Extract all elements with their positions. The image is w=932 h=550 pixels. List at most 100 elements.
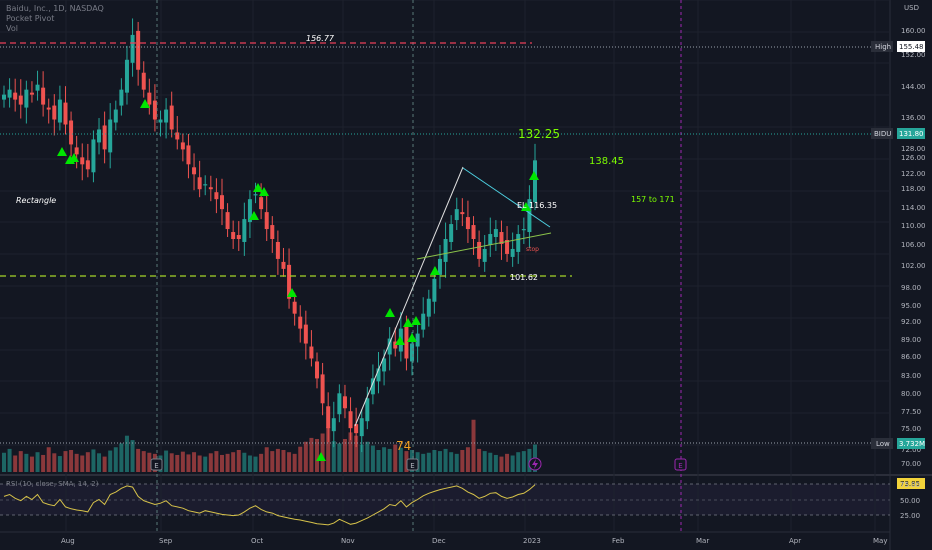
main-pane[interactable] bbox=[0, 0, 890, 474]
candle-body bbox=[124, 59, 129, 93]
volume-bar bbox=[275, 448, 280, 472]
volume-bar bbox=[74, 453, 79, 472]
candle-body bbox=[264, 212, 269, 230]
rectangle-label[interactable]: Rectangle bbox=[16, 196, 56, 205]
rsi-label[interactable]: RSI (10, close, SMA, 14, 2) bbox=[6, 480, 99, 488]
lightning-icon[interactable] bbox=[528, 457, 542, 471]
candle-body bbox=[41, 87, 46, 105]
candle-body bbox=[348, 411, 353, 429]
volume-bar bbox=[124, 435, 129, 472]
earnings-marker-feb[interactable]: E bbox=[674, 458, 687, 471]
support-label[interactable]: 101.62 bbox=[510, 273, 538, 282]
candle-body bbox=[186, 145, 191, 165]
low-mark-label[interactable]: 74 bbox=[396, 439, 411, 453]
price-tick-label: 118.00 bbox=[901, 185, 926, 193]
price-axis-ticks[interactable]: 160.00 152.00 144.00 136.00 128.00126.00 122.… bbox=[901, 27, 926, 468]
volume-bar bbox=[253, 456, 258, 472]
volume-bar bbox=[387, 448, 392, 472]
candle-body bbox=[259, 197, 264, 210]
candle-body bbox=[231, 232, 236, 239]
volume-bar bbox=[63, 451, 68, 472]
candle-body bbox=[326, 406, 331, 429]
svg-text:E: E bbox=[154, 462, 158, 470]
candle-body bbox=[342, 396, 347, 409]
time-label-aug: Aug bbox=[61, 537, 75, 545]
candle-body bbox=[197, 177, 202, 190]
candle-body bbox=[488, 234, 493, 245]
candle-body bbox=[298, 316, 303, 329]
price-tick-label: 92.00 bbox=[901, 318, 921, 326]
volume-bar bbox=[175, 454, 180, 472]
svg-text:Low: Low bbox=[876, 440, 890, 448]
candle-body bbox=[97, 129, 102, 143]
candle-body bbox=[214, 192, 219, 200]
candle-body bbox=[309, 346, 314, 359]
volume-bar bbox=[510, 455, 515, 472]
candle-body bbox=[80, 157, 85, 165]
volume-bar bbox=[242, 452, 247, 472]
time-label-dec: Dec bbox=[432, 537, 446, 545]
time-axis[interactable]: Aug Sep Oct Nov Dec 2023 Feb Mar Apr May bbox=[61, 537, 887, 545]
current-price-label[interactable]: 132.25 bbox=[518, 127, 560, 141]
volume-bar bbox=[443, 448, 448, 472]
svg-text:High: High bbox=[875, 43, 891, 51]
time-label-may: May bbox=[873, 537, 887, 545]
candle-body bbox=[533, 160, 537, 203]
volume-bar bbox=[130, 440, 135, 472]
price-tick-label: 89.00 bbox=[901, 336, 921, 344]
high-tag: High 155.48 bbox=[871, 41, 925, 52]
resistance-label[interactable]: 156.77 bbox=[306, 34, 335, 43]
price-tick-label: 128.00 bbox=[901, 145, 926, 153]
candle-body bbox=[281, 261, 286, 269]
candle-body bbox=[113, 109, 118, 123]
volume-bar bbox=[102, 456, 107, 472]
chart-legend[interactable]: Baidu, Inc., 1D, NASDAQ Pocket Pivot Vol bbox=[6, 4, 104, 34]
indicator-volume[interactable]: Vol bbox=[6, 24, 104, 34]
volume-bar bbox=[264, 447, 269, 472]
rsi-tick-25: 25.00 bbox=[900, 512, 920, 520]
time-label-apr: Apr bbox=[789, 537, 801, 545]
volume-bar bbox=[298, 446, 303, 472]
candle-body bbox=[236, 235, 241, 239]
rsi-tick-50: 50.00 bbox=[900, 497, 920, 505]
volume-bar bbox=[18, 451, 23, 472]
symbol-title[interactable]: Baidu, Inc., 1D, NASDAQ bbox=[6, 4, 104, 14]
candle-body bbox=[52, 105, 57, 120]
target-1-label[interactable]: 138.45 bbox=[589, 156, 624, 167]
rsi-tick-75: 75.00 bbox=[900, 481, 920, 489]
volume-bar bbox=[270, 451, 275, 472]
earnings-marker-nov[interactable]: E bbox=[406, 458, 419, 471]
candle-body bbox=[147, 92, 152, 105]
volume-bar bbox=[219, 454, 224, 472]
volume-bar bbox=[108, 450, 113, 472]
stop-label[interactable]: stop bbox=[526, 246, 539, 253]
candle-body bbox=[102, 125, 107, 150]
volume-bar bbox=[113, 447, 118, 472]
candle-body bbox=[225, 212, 230, 230]
volume-bar bbox=[52, 453, 57, 472]
price-tick-label: 106.00 bbox=[901, 241, 926, 249]
candle-body bbox=[337, 393, 342, 415]
volume-bar bbox=[454, 453, 459, 472]
volume-bar bbox=[164, 450, 169, 472]
candle-body bbox=[130, 34, 135, 63]
svg-text:131.80: 131.80 bbox=[899, 130, 924, 138]
candle-body bbox=[270, 225, 275, 239]
price-tick-label: 160.00 bbox=[901, 27, 926, 35]
volume-bar bbox=[208, 453, 213, 472]
target-range-label[interactable]: 157 to 171 bbox=[631, 195, 675, 204]
volume-bar bbox=[203, 456, 208, 472]
price-chart[interactable]: Rectangle 156.77 132.25 138.45 157 to 17… bbox=[0, 0, 932, 550]
indicator-pocket-pivot[interactable]: Pocket Pivot bbox=[6, 14, 104, 24]
volume-bar bbox=[287, 452, 292, 472]
earnings-marker-aug[interactable]: E bbox=[150, 458, 163, 471]
volume-bar bbox=[315, 439, 320, 472]
candle-body bbox=[91, 139, 96, 173]
entry-label[interactable]: EL 116.35 bbox=[517, 201, 557, 210]
candle-body bbox=[108, 119, 113, 153]
candle-body bbox=[432, 278, 437, 302]
volume-bar bbox=[292, 453, 297, 472]
volume-bar bbox=[432, 450, 437, 472]
volume-bar bbox=[365, 441, 370, 472]
candle-body bbox=[141, 72, 146, 90]
